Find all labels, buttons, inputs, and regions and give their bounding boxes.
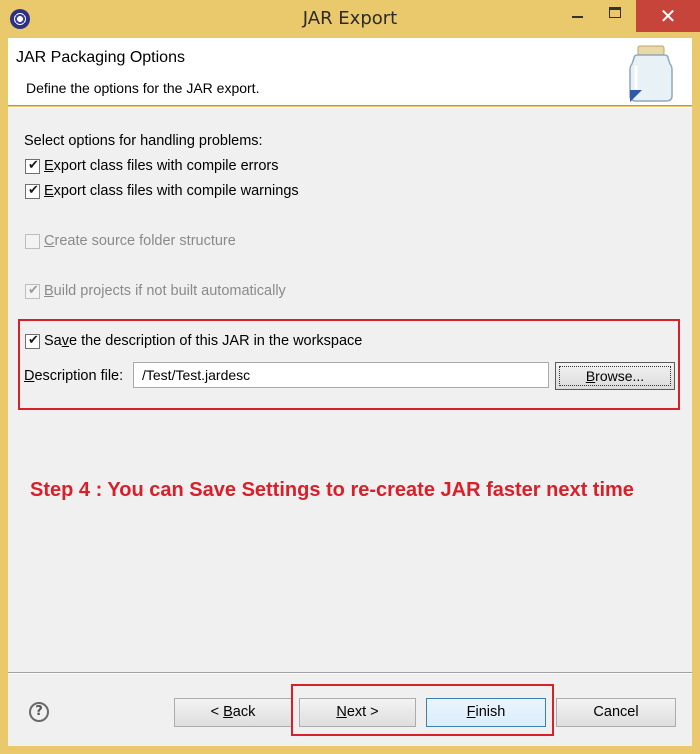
source-folder-label: Create source folder structure — [44, 233, 236, 249]
checkmark-icon: ✔ — [28, 283, 39, 298]
focus-ring — [559, 366, 671, 386]
checkmark-icon: ✔ — [28, 183, 39, 198]
build-projects-checkbox: ✔ — [25, 283, 40, 299]
back-button[interactable]: < Back — [174, 698, 292, 727]
save-description-checkbox[interactable]: ✔ — [25, 333, 40, 349]
compile-warnings-label: Export class files with compile warnings — [44, 183, 299, 199]
page-title: JAR Packaging Options — [16, 49, 185, 66]
cancel-button[interactable]: Cancel — [556, 698, 676, 727]
maximize-button[interactable] — [599, 0, 631, 26]
build-projects-label: Build projects if not built automaticall… — [44, 283, 286, 299]
maximize-icon — [609, 7, 621, 18]
description-file-label: Description file: — [24, 368, 124, 384]
problems-label: Select options for handling problems: — [24, 133, 263, 149]
compile-errors-label: Export class files with compile errors — [44, 158, 279, 174]
minimize-icon — [572, 16, 583, 18]
wizard-footer: ? < Back Next > Finish Cancel — [8, 673, 692, 746]
compile-warnings-checkbox[interactable]: ✔ — [25, 183, 40, 199]
browse-button[interactable]: Browse... — [555, 362, 675, 390]
jar-icon — [629, 45, 673, 102]
description-file-input[interactable]: /Test/Test.jardesc — [133, 362, 549, 388]
step-annotation: Step 4 : You can Save Settings to re-cre… — [30, 479, 634, 501]
title-bar: JAR Export ✕ — [0, 0, 700, 38]
wizard-header: JAR Packaging Options Define the options… — [8, 38, 692, 106]
compile-errors-checkbox[interactable]: ✔ — [25, 158, 40, 174]
close-icon: ✕ — [659, 4, 677, 28]
save-description-label: Save the description of this JAR in the … — [44, 333, 363, 349]
jar-export-window: JAR Export ✕ JAR Packaging Options Defin… — [0, 0, 700, 754]
help-icon[interactable]: ? — [29, 702, 49, 722]
page-description: Define the options for the JAR export. — [26, 80, 260, 96]
close-button[interactable]: ✕ — [636, 0, 700, 32]
checkmark-icon: ✔ — [28, 333, 39, 348]
minimize-button[interactable] — [563, 0, 591, 26]
checkmark-icon: ✔ — [28, 158, 39, 173]
window-title: JAR Export — [302, 8, 398, 29]
highlight-box-buttons — [291, 684, 554, 736]
source-folder-checkbox — [25, 234, 40, 249]
options-panel: Select options for handling problems: ✔ … — [8, 107, 692, 672]
